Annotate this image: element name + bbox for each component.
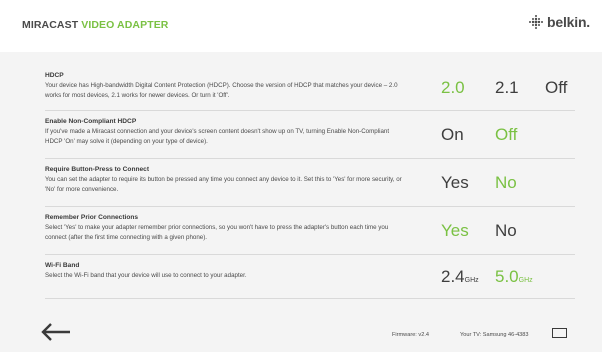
footer-bar: Firmware: v2.4 Your TV: Samsung 46-4383 — [0, 312, 602, 352]
option-remember-yes[interactable]: Yes — [441, 222, 469, 239]
setting-title: Require Button-Press to Connect — [45, 166, 150, 173]
setting-title: Enable Non-Compliant HDCP — [45, 118, 137, 125]
setting-description: If you've made a Miracast connection and… — [45, 128, 390, 146]
back-arrow-icon[interactable] — [40, 322, 72, 342]
setting-row-non-compliant-hdcp: Enable Non-Compliant HDCP If you've made… — [45, 110, 575, 159]
page-title: MIRACAST VIDEO ADAPTER — [22, 19, 169, 31]
option-unit: GHz — [518, 277, 533, 284]
option-wifi-5-0[interactable]: 5.0GHz — [495, 268, 533, 285]
option-wifi-2-4[interactable]: 2.4GHz — [441, 268, 479, 285]
firmware-version: Firmware: v2.4 — [392, 332, 429, 338]
connected-tv: Your TV: Samsung 46-4383 — [460, 332, 529, 338]
header-bar: MIRACAST VIDEO ADAPTER belkin. — [0, 0, 602, 52]
setting-row-require-button-press: Require Button-Press to Connect You can … — [45, 158, 575, 207]
setting-row-wifi-band: Wi-Fi Band Select the Wi-Fi band that yo… — [45, 254, 575, 299]
option-non-compliant-off[interactable]: Off — [495, 126, 517, 143]
setting-description: Select 'Yes' to make your adapter rememb… — [45, 224, 389, 242]
belkin-dots-icon — [529, 15, 544, 29]
setting-description: Your device has High-bandwidth Digital C… — [45, 82, 398, 100]
option-value: 2.4 — [441, 267, 465, 286]
option-unit: GHz — [464, 277, 479, 284]
setting-description: You can set the adapter to require its b… — [45, 176, 402, 194]
belkin-logo: belkin. — [528, 14, 590, 30]
option-hdcp-off[interactable]: Off — [545, 79, 567, 96]
option-non-compliant-on[interactable]: On — [441, 126, 464, 143]
option-hdcp-2-0[interactable]: 2.0 — [441, 79, 465, 96]
option-remember-no[interactable]: No — [495, 222, 517, 239]
brand-name: belkin. — [547, 14, 590, 30]
setting-title: HDCP — [45, 72, 64, 79]
setting-row-remember-prior-connections: Remember Prior Connections Select 'Yes' … — [45, 206, 575, 255]
setting-title: Remember Prior Connections — [45, 214, 139, 221]
setting-title: Wi-Fi Band — [45, 262, 80, 269]
setting-description: Select the Wi-Fi band that your device w… — [45, 272, 247, 279]
option-button-press-no[interactable]: No — [495, 174, 517, 191]
option-value: 5.0 — [495, 267, 519, 286]
option-button-press-yes[interactable]: Yes — [441, 174, 469, 191]
option-hdcp-2-1[interactable]: 2.1 — [495, 79, 519, 96]
screen-icon[interactable] — [552, 328, 567, 338]
page-title-part2: VIDEO ADAPTER — [81, 19, 169, 31]
page-title-part1: MIRACAST — [22, 19, 82, 31]
setting-row-hdcp: HDCP Your device has High-bandwidth Digi… — [45, 66, 575, 111]
